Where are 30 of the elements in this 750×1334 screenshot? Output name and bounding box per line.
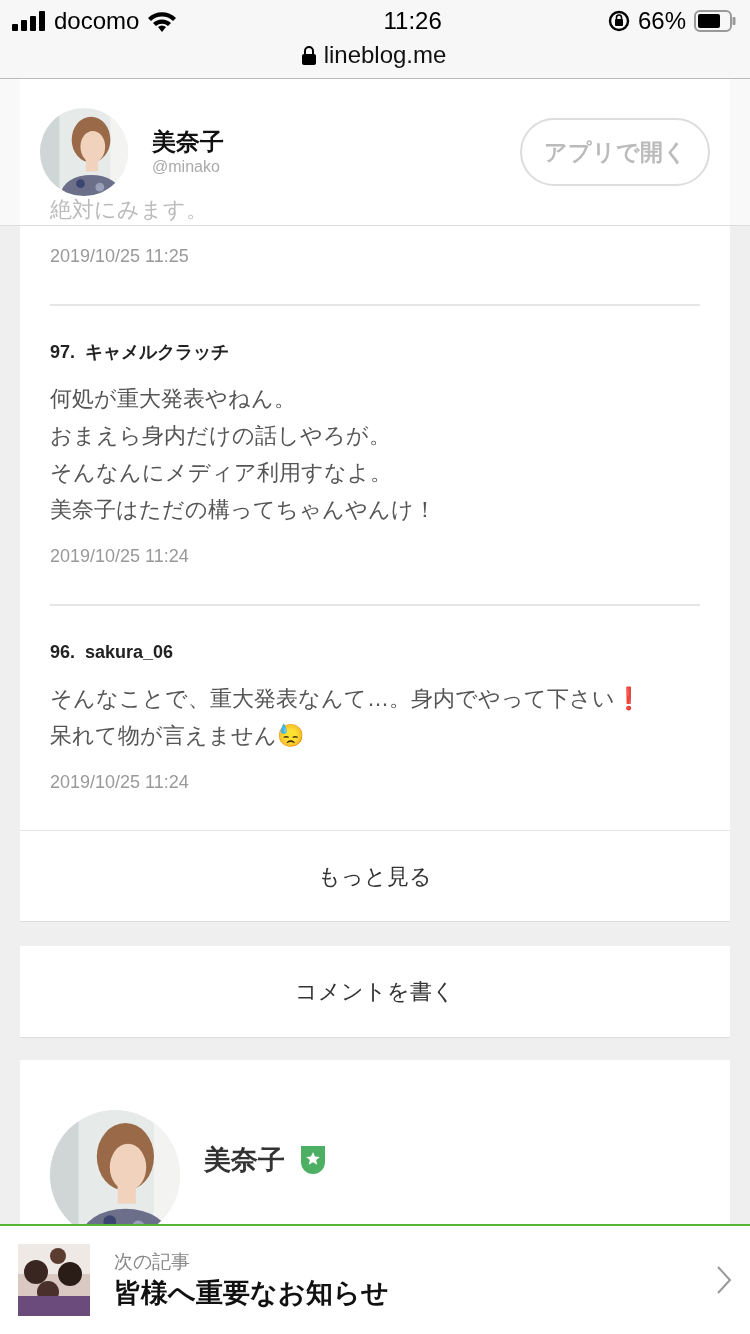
comment-date: 2019/10/25 11:25 (50, 245, 190, 268)
profile-name: 美奈子 (152, 127, 225, 157)
comment-text: 美奈子はただの構ってちゃんやんけ！ (50, 496, 437, 524)
next-article-label: 次の記事 (114, 1250, 191, 1274)
author-name: 美奈子 (204, 1143, 285, 1177)
comment-text: おまえら身内だけの話しやろが。 (50, 422, 392, 450)
next-article-bar[interactable]: 次の記事 皆様へ重要なお知らせ (0, 1224, 750, 1334)
comment-text: 何処が重大発表やねん。 (50, 385, 297, 413)
commenter-name: 96. sakura_06 (50, 641, 175, 664)
carrier-name: docomo (54, 6, 140, 36)
wifi-icon (147, 10, 178, 32)
comment-text: そんなんにメディア利用すなよ。 (50, 459, 393, 487)
clock-time: 11:26 (383, 6, 442, 36)
comment-text: 絶対にみます。 (50, 196, 209, 224)
rotation-lock-icon (607, 10, 630, 32)
url-text[interactable]: lineblog.me (323, 38, 447, 72)
battery-percent: 66% (637, 6, 686, 36)
next-article-title: 皆様へ重要なお知らせ (114, 1277, 390, 1310)
chevron-right-icon (716, 1265, 732, 1295)
comment-date: 2019/10/25 11:24 (50, 545, 190, 568)
show-more-button[interactable]: もっと見る (20, 830, 730, 922)
comment-text: そんなことで、重大発表なんて…。身内でやって下さい❗ (50, 685, 643, 713)
commenter-name: 97. キャメルクラッチ (50, 341, 231, 364)
write-comment-button[interactable]: コメントを書く (20, 946, 730, 1038)
signal-icon (12, 11, 46, 31)
profile-handle: @minako (152, 157, 221, 177)
battery-icon (694, 10, 736, 32)
comment-text: 呆れて物が言えません😓 (50, 722, 305, 750)
lock-icon (301, 45, 316, 65)
comment-date: 2019/10/25 11:24 (50, 771, 190, 794)
